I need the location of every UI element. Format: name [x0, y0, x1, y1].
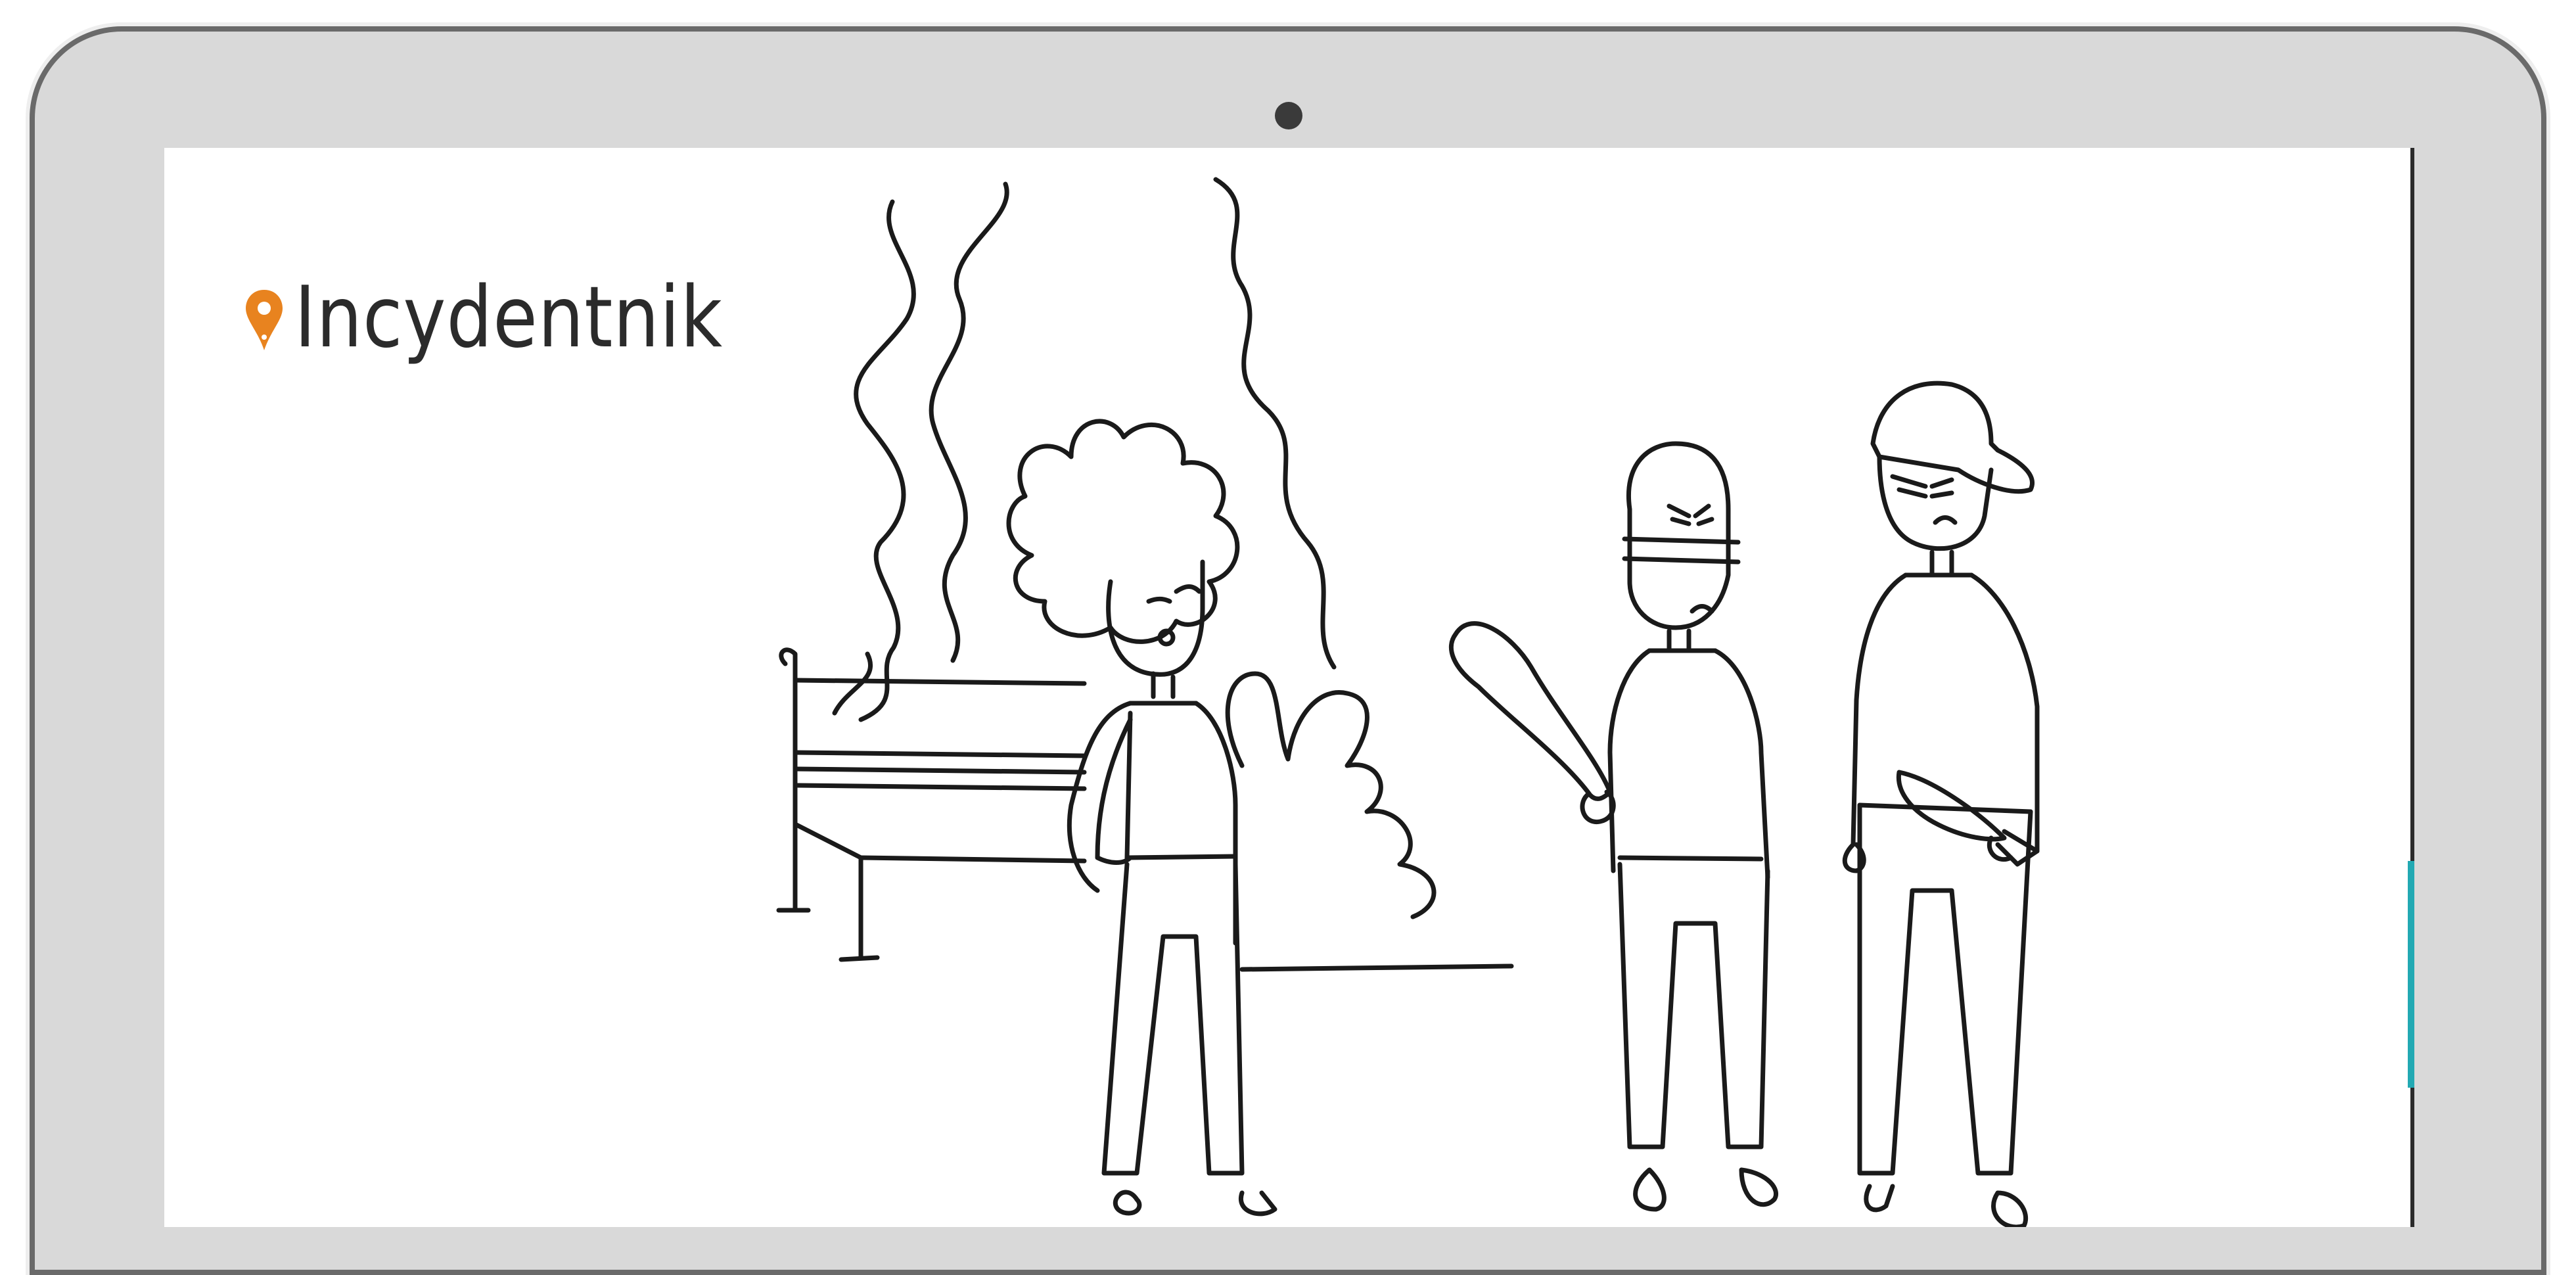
screen: Incydentnik [164, 148, 2410, 1227]
incident-illustration [776, 177, 2040, 1227]
park-bench [776, 647, 1087, 962]
bush [1225, 671, 1514, 972]
man-with-cap-and-knife [1842, 381, 2040, 1227]
bald-man-with-bat [1448, 441, 1778, 1212]
webcam [1275, 102, 1302, 129]
teal-accent-strip [2408, 861, 2414, 1088]
smoke [832, 177, 1337, 722]
woman-with-curly-hair [1006, 419, 1277, 1217]
